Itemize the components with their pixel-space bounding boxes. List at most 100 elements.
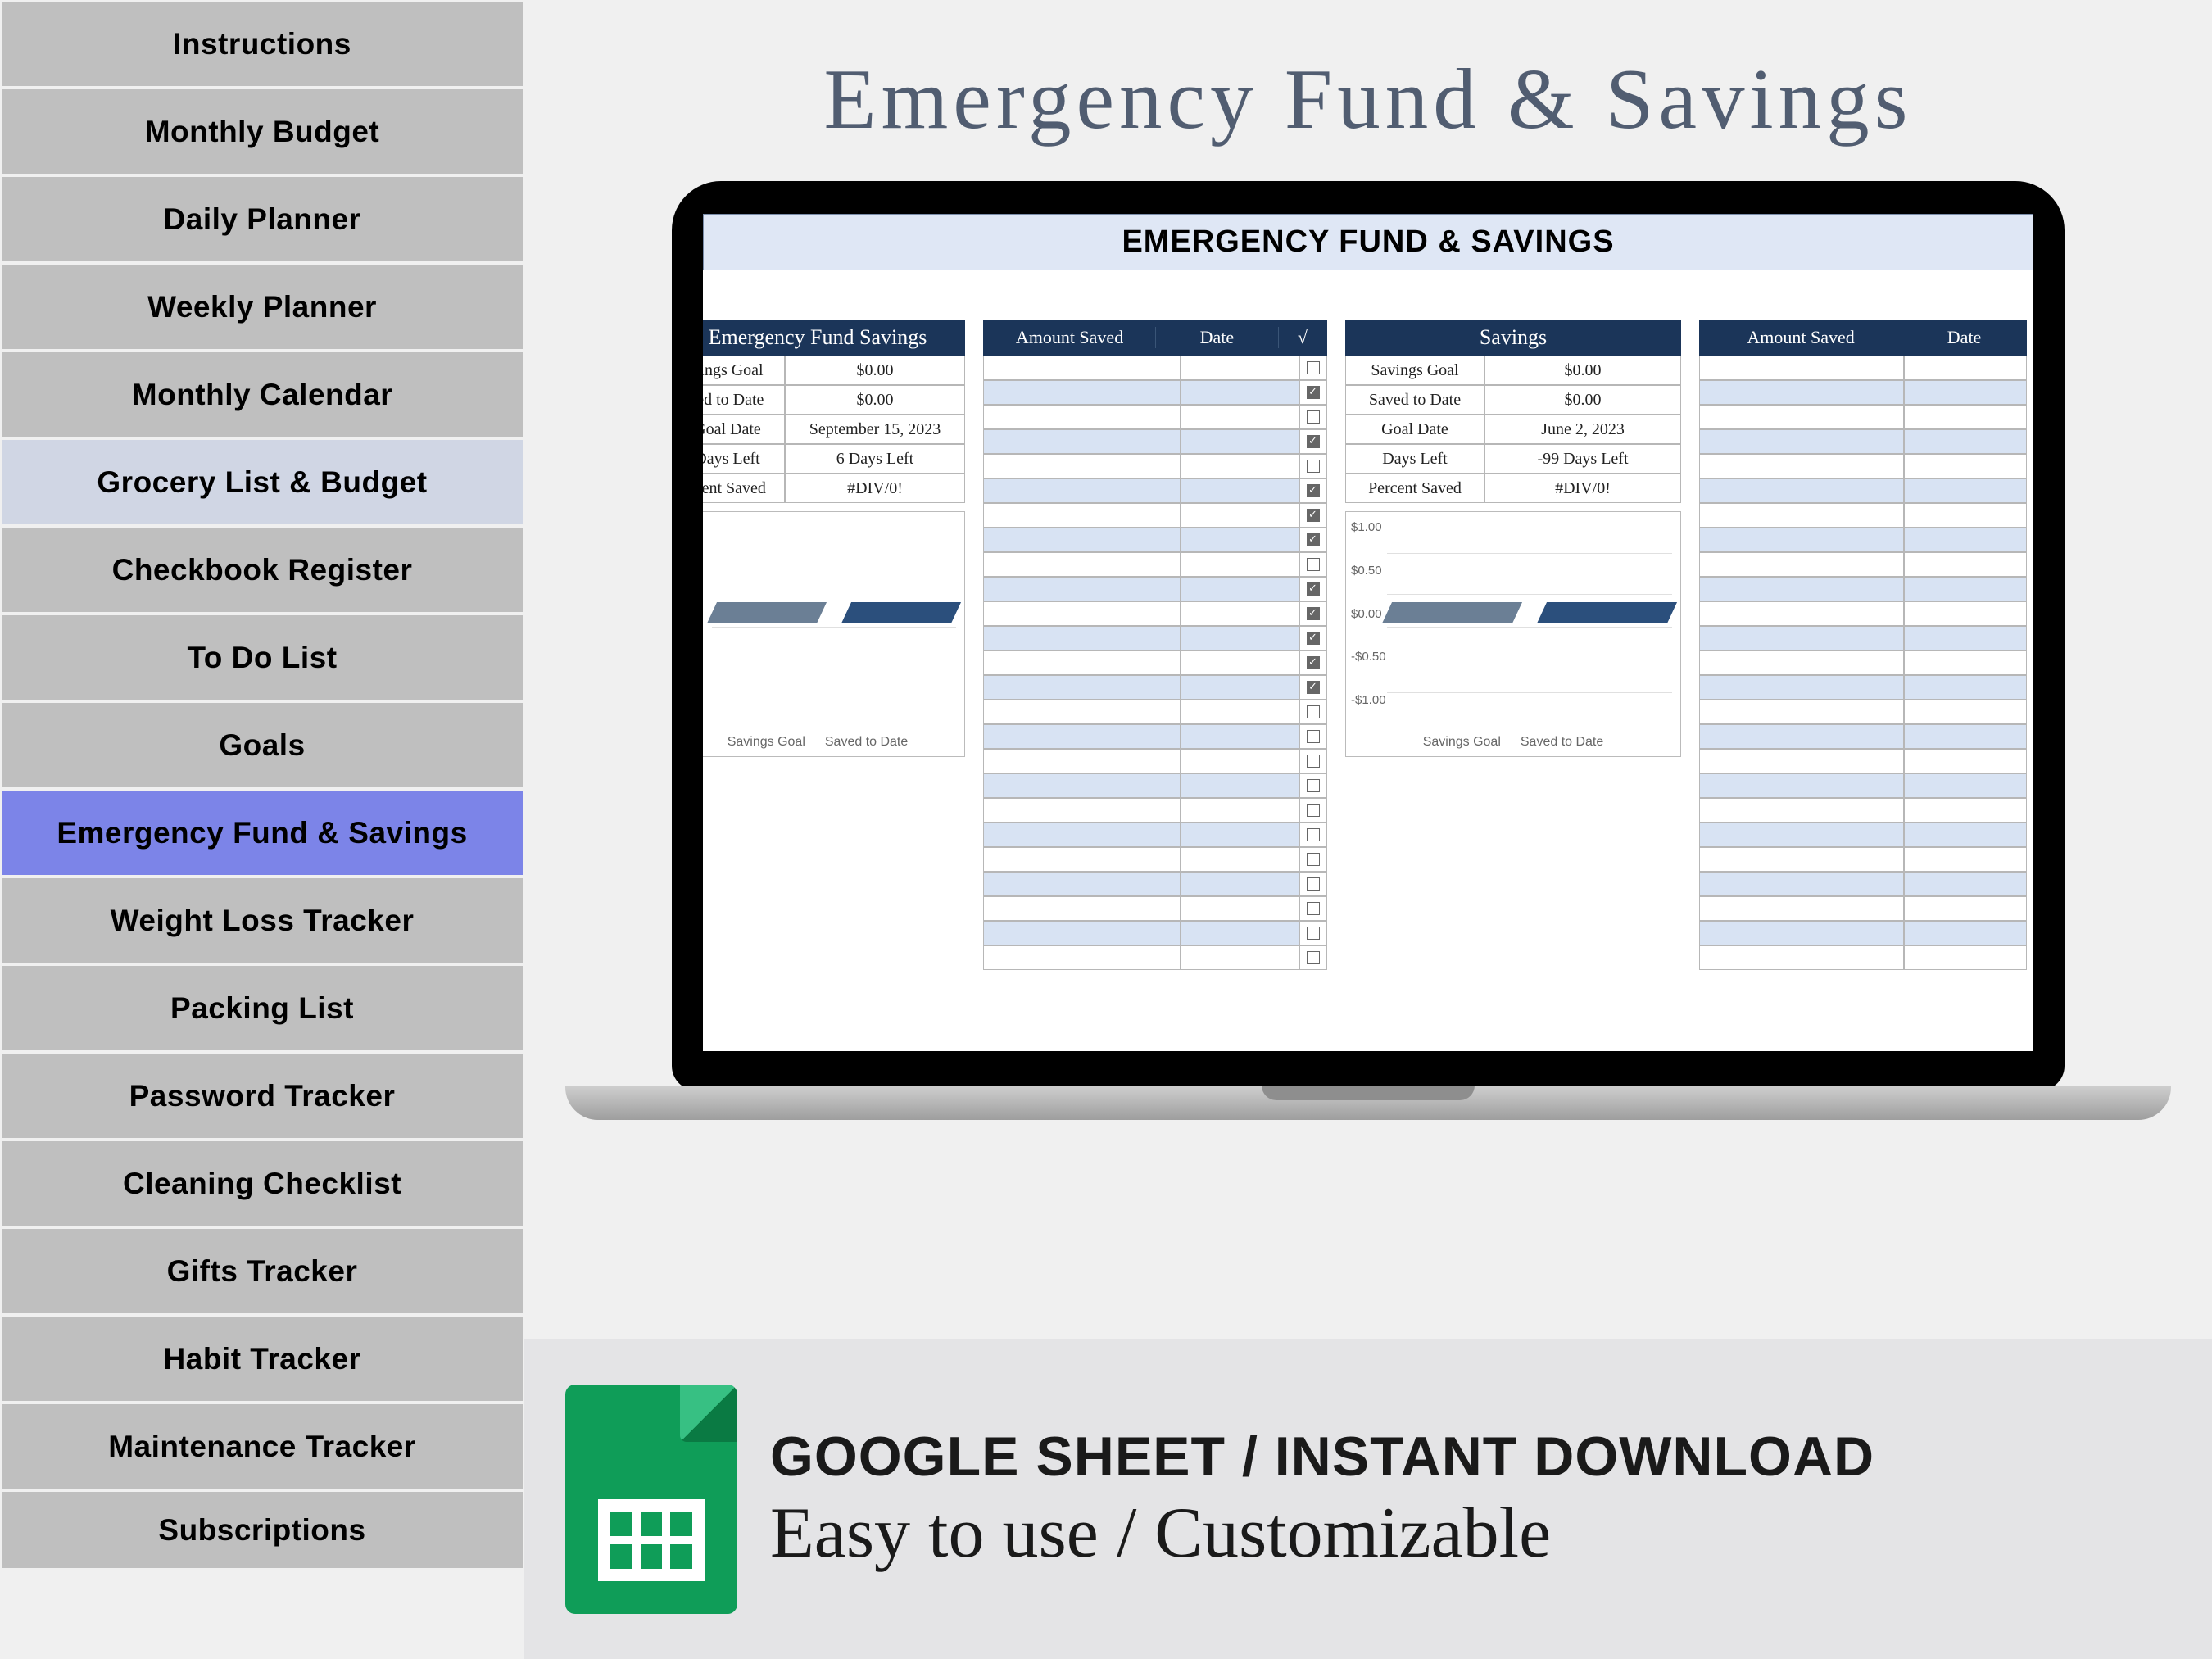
sidebar-item-weight-loss[interactable]: Weight Loss Tracker [0,877,524,964]
cell-amount[interactable] [983,798,1181,823]
cell-amount[interactable] [983,896,1181,921]
cell-date[interactable] [1181,896,1299,921]
cell-date[interactable] [1904,847,2028,872]
cell-amount[interactable] [1699,356,1904,380]
cell-date[interactable] [1904,921,2028,945]
kv-val[interactable]: $0.00 [785,385,965,415]
cell-date[interactable] [1904,872,2028,896]
cell-date[interactable] [1904,478,2028,503]
checkbox-icon[interactable] [1307,877,1320,891]
cell-date[interactable] [1181,528,1299,552]
cell-amount[interactable] [1699,405,1904,429]
cell-check[interactable] [1299,823,1327,847]
kv-val[interactable]: #DIV/0! [785,474,965,503]
cell-date[interactable] [1181,847,1299,872]
cell-date[interactable] [1181,945,1299,970]
kv-val[interactable]: -99 Days Left [1484,444,1681,474]
cell-date[interactable] [1181,380,1299,405]
cell-amount[interactable] [1699,454,1904,478]
cell-amount[interactable] [983,552,1181,577]
sidebar-item-packing-list[interactable]: Packing List [0,964,524,1052]
cell-amount[interactable] [983,773,1181,798]
cell-amount[interactable] [983,528,1181,552]
cell-date[interactable] [1904,552,2028,577]
checkbox-icon[interactable] [1307,656,1320,669]
sidebar-item-habit-tracker[interactable]: Habit Tracker [0,1315,524,1403]
cell-date[interactable] [1904,577,2028,601]
cell-check[interactable] [1299,872,1327,896]
checkbox-icon[interactable] [1307,853,1320,866]
cell-date[interactable] [1904,405,2028,429]
cell-check[interactable] [1299,577,1327,601]
cell-check[interactable] [1299,700,1327,724]
checkbox-icon[interactable] [1307,460,1320,473]
cell-check[interactable] [1299,724,1327,749]
cell-amount[interactable] [1699,700,1904,724]
cell-amount[interactable] [983,503,1181,528]
checkbox-icon[interactable] [1307,410,1320,424]
cell-amount[interactable] [983,356,1181,380]
cell-date[interactable] [1904,675,2028,700]
sidebar-item-checkbook-register[interactable]: Checkbook Register [0,526,524,614]
cell-date[interactable] [1181,626,1299,650]
cell-amount[interactable] [983,847,1181,872]
checkbox-icon[interactable] [1307,435,1320,448]
sidebar-item-cleaning-checklist[interactable]: Cleaning Checklist [0,1140,524,1227]
cell-amount[interactable] [1699,798,1904,823]
cell-amount[interactable] [983,478,1181,503]
kv-val[interactable]: $0.00 [1484,356,1681,385]
cell-check[interactable] [1299,601,1327,626]
cell-amount[interactable] [1699,626,1904,650]
checkbox-icon[interactable] [1307,558,1320,571]
cell-amount[interactable] [1699,847,1904,872]
checkbox-icon[interactable] [1307,533,1320,546]
cell-amount[interactable] [983,675,1181,700]
checkbox-icon[interactable] [1307,484,1320,497]
sidebar-item-weekly-planner[interactable]: Weekly Planner [0,263,524,351]
cell-amount[interactable] [1699,528,1904,552]
checkbox-icon[interactable] [1307,902,1320,915]
cell-check[interactable] [1299,773,1327,798]
cell-check[interactable] [1299,503,1327,528]
cell-amount[interactable] [983,823,1181,847]
cell-check[interactable] [1299,798,1327,823]
cell-date[interactable] [1904,454,2028,478]
cell-amount[interactable] [983,405,1181,429]
cell-date[interactable] [1181,429,1299,454]
cell-amount[interactable] [1699,872,1904,896]
cell-date[interactable] [1904,749,2028,773]
cell-check[interactable] [1299,380,1327,405]
cell-amount[interactable] [1699,650,1904,675]
cell-date[interactable] [1181,749,1299,773]
cell-check[interactable] [1299,921,1327,945]
sidebar-item-gifts-tracker[interactable]: Gifts Tracker [0,1227,524,1315]
cell-amount[interactable] [983,650,1181,675]
cell-check[interactable] [1299,405,1327,429]
cell-date[interactable] [1181,478,1299,503]
cell-date[interactable] [1904,429,2028,454]
cell-amount[interactable] [1699,773,1904,798]
cell-check[interactable] [1299,356,1327,380]
cell-amount[interactable] [1699,945,1904,970]
checkbox-icon[interactable] [1307,828,1320,841]
sidebar-item-goals[interactable]: Goals [0,701,524,789]
cell-date[interactable] [1904,503,2028,528]
cell-date[interactable] [1904,528,2028,552]
cell-check[interactable] [1299,528,1327,552]
checkbox-icon[interactable] [1307,951,1320,964]
cell-amount[interactable] [1699,429,1904,454]
cell-date[interactable] [1904,601,2028,626]
cell-amount[interactable] [1699,675,1904,700]
cell-date[interactable] [1181,577,1299,601]
cell-amount[interactable] [1699,896,1904,921]
checkbox-icon[interactable] [1307,927,1320,940]
cell-date[interactable] [1904,380,2028,405]
cell-amount[interactable] [1699,724,1904,749]
cell-date[interactable] [1904,700,2028,724]
cell-date[interactable] [1181,405,1299,429]
sidebar-item-instructions[interactable]: Instructions [0,0,524,88]
cell-amount[interactable] [1699,478,1904,503]
cell-amount[interactable] [983,945,1181,970]
cell-check[interactable] [1299,675,1327,700]
kv-val[interactable]: 6 Days Left [785,444,965,474]
